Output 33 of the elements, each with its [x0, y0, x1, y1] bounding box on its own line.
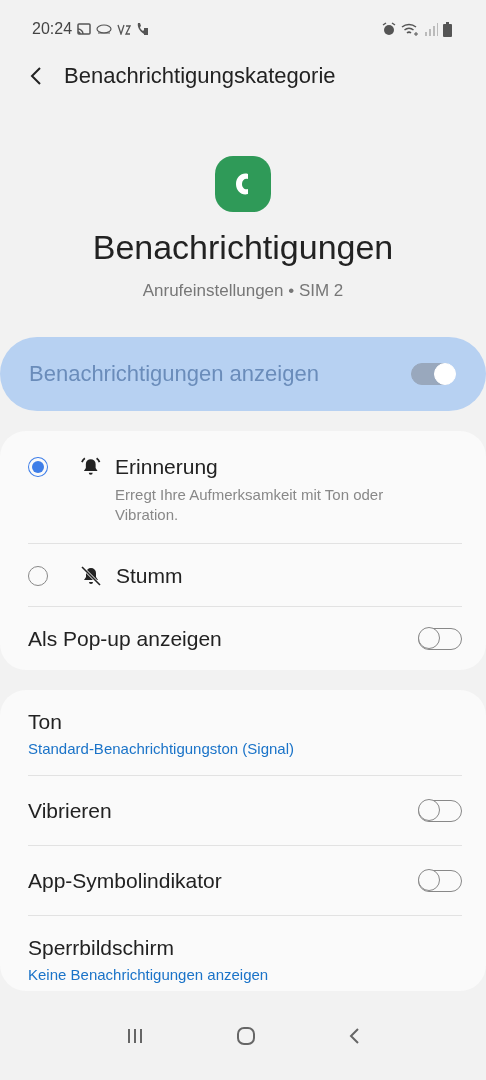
recent-apps-icon	[126, 1027, 144, 1044]
alarm-icon	[382, 22, 396, 36]
setting-row[interactable]: App-Symbolindikator	[28, 845, 462, 915]
battery-icon	[443, 21, 452, 37]
setting-label: Stumm	[116, 564, 183, 588]
back-icon	[348, 1026, 360, 1045]
app-name: Benachrichtigungen	[92, 228, 394, 267]
setting-label: App-Symbolindikator	[28, 868, 223, 893]
setting-row[interactable]: Sperrbildschirm Keine Benachrichtigungen anzeigen	[28, 915, 462, 991]
bell-off-icon	[80, 565, 102, 587]
setting-row[interactable]: Stumm	[28, 543, 462, 606]
setting-row[interactable]: Ton Standard-Benachrichtigungston (Signal)	[28, 690, 462, 775]
setting-label: Ton	[28, 710, 63, 734]
setting-value: Keine Benachrichtigungen anzeigen	[28, 966, 269, 983]
back-icon	[30, 66, 42, 86]
app-subtitle: Anrufeinstellungen • SIM 2	[142, 281, 344, 301]
setting-label: Vibrieren	[28, 798, 113, 823]
wifi-icon	[401, 22, 419, 36]
phone-app-icon	[215, 156, 271, 212]
bell-icon	[79, 456, 102, 478]
setting-description: Erregt Ihre Aufmerksamkeit mit Ton oder Vibration.	[115, 485, 385, 525]
signal-icon	[424, 22, 438, 36]
setting-value: Standard-Benachrichtigungston (Signal)	[28, 740, 294, 757]
home-icon	[236, 1025, 256, 1046]
setting-row[interactable]: Vibrieren	[28, 775, 462, 845]
setting-label: Erinnerung	[115, 455, 219, 479]
setting-row[interactable]: Als Pop-up anzeigen	[28, 606, 462, 670]
page-title: Benachrichtigungskategorie	[64, 63, 336, 89]
status-time: 20:24	[32, 20, 73, 38]
cast-icon	[77, 23, 92, 35]
setting-label: Sperrbildschirm	[28, 936, 175, 960]
setting-row[interactable]: Erinnerung Erregt Ihre Aufmerksamkeit mit Ton oder Vibration.	[28, 431, 462, 543]
setting-label: Als Pop-up anzeigen	[28, 626, 223, 651]
